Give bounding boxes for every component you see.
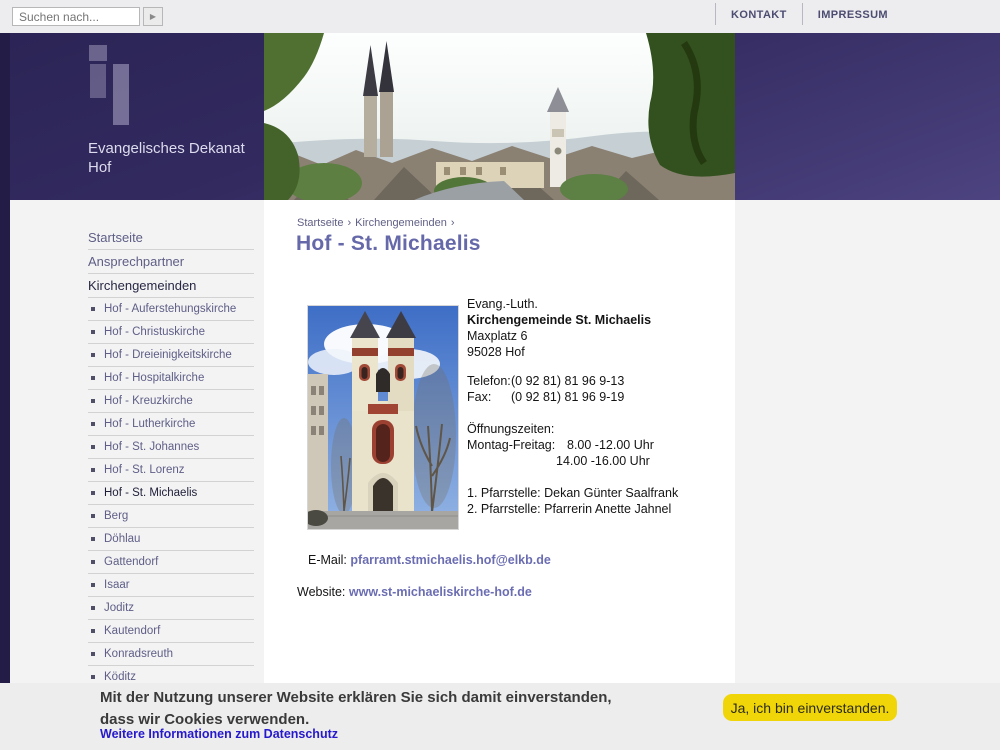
org-line: Evang.-Luth. <box>467 297 538 311</box>
hours-morning: 8.00 -12.00 Uhr <box>567 438 654 452</box>
bullet-icon <box>91 376 95 380</box>
sidebar-item[interactable]: Kirchengemeinden <box>88 274 254 298</box>
st-michaelis-church-photo <box>307 305 459 530</box>
bullet-icon <box>91 514 95 518</box>
sidebar-nav-list: Startseite Ansprechpartner Kirchengemein… <box>88 226 254 712</box>
left-accent-strip <box>0 33 10 683</box>
bullet-icon <box>91 422 95 426</box>
pfarrstelle-1: 1. Pfarrstelle: Dekan Günter Saalfrank <box>467 486 679 500</box>
org-name: Kirchengemeinde St. Michaelis <box>467 313 652 327</box>
bullet-icon <box>91 445 95 449</box>
cookie-message: Mit der Nutzung unserer Website erklären… <box>100 689 612 728</box>
bullet-icon <box>91 652 95 656</box>
fax-number: (0 92 81) 81 96 9-19 <box>511 390 625 404</box>
pfarrstelle-2: 2. Pfarrstelle: Pfarrerin Anette Jahnel <box>467 502 672 516</box>
sidebar-item[interactable]: Hof - Kreuzkirche <box>88 390 254 413</box>
privacy-info-link[interactable]: Weitere Informationen zum Datenschutz <box>100 727 338 741</box>
sidebar-item[interactable]: Hof - St. Michaelis <box>88 482 254 505</box>
phone-row: Telefon: (0 92 81) 81 96 9-13 <box>467 373 735 389</box>
bullet-icon <box>91 353 95 357</box>
phone-number: (0 92 81) 81 96 9-13 <box>511 374 625 388</box>
sidebar-item[interactable]: Hof - St. Johannes <box>88 436 254 459</box>
page-title: Hof - St. Michaelis <box>296 232 481 255</box>
breadcrumb-kirchengemeinden[interactable]: Kirchengemeinden <box>355 217 447 229</box>
dekanat-logo-icon <box>88 45 138 130</box>
search-input[interactable] <box>12 7 140 26</box>
sidebar-item[interactable]: Döhlau <box>88 528 254 551</box>
bullet-icon <box>91 307 95 311</box>
website-row: Website: www.st-michaeliskirche-hof.de <box>297 585 532 599</box>
sidebar-item[interactable]: Startseite <box>88 226 254 250</box>
bullet-icon <box>91 583 95 587</box>
fax-row: Fax: (0 92 81) 81 96 9-19 <box>467 389 735 405</box>
sidebar-item[interactable]: Gattendorf <box>88 551 254 574</box>
bullet-icon <box>91 468 95 472</box>
bullet-icon <box>91 560 95 564</box>
sidebar-item[interactable]: Joditz <box>88 597 254 620</box>
sidebar-item[interactable]: Ansprechpartner <box>88 250 254 274</box>
sidebar-navigation: Startseite Ansprechpartner Kirchengemein… <box>88 226 254 712</box>
breadcrumb-separator: › <box>347 217 352 229</box>
congregation-info: Evang.-Luth. Kirchengemeinde St. Michael… <box>467 296 735 517</box>
website-label: Website: <box>297 585 346 599</box>
sidebar-item[interactable]: Hof - Auferstehungskirche <box>88 298 254 321</box>
bullet-icon <box>91 330 95 334</box>
search-submit-button[interactable]: ▶ <box>143 7 163 26</box>
search-arrow-icon: ▶ <box>149 12 157 21</box>
bullet-icon <box>91 606 95 610</box>
sidebar-item[interactable]: Berg <box>88 505 254 528</box>
sidebar-item[interactable]: Hof - St. Lorenz <box>88 459 254 482</box>
bullet-icon <box>91 399 95 403</box>
street: Maxplatz 6 <box>467 329 528 343</box>
hours-day-label: Montag-Freitag: <box>467 438 556 452</box>
top-bar: ▶ KONTAKT IMPRESSUM <box>0 0 1000 33</box>
fax-label: Fax: <box>467 390 492 404</box>
sidebar-item[interactable]: Isaar <box>88 574 254 597</box>
hours-heading: Öffnungszeiten: <box>467 422 555 436</box>
bullet-icon <box>91 629 95 633</box>
city: 95028 Hof <box>467 345 525 359</box>
site-name: Evangelisches Dekanat Hof <box>88 140 245 176</box>
breadcrumb: Startseite › Kirchengemeinden › <box>297 217 459 229</box>
sidebar-item[interactable]: Hof - Hospitalkirche <box>88 367 254 390</box>
email-label: E-Mail: <box>308 553 347 567</box>
hours-afternoon: 14.00 -16.00 Uhr <box>556 454 650 468</box>
bullet-icon <box>91 537 95 541</box>
kontakt-link[interactable]: KONTAKT <box>715 3 802 25</box>
sidebar-item[interactable]: Hof - Christuskirche <box>88 321 254 344</box>
sidebar-item[interactable]: Konradsreuth <box>88 643 254 666</box>
sidebar-item[interactable]: Hof - Dreieinigkeitskirche <box>88 344 254 367</box>
breadcrumb-separator: › <box>450 217 455 229</box>
bullet-icon <box>91 675 95 679</box>
top-links: KONTAKT IMPRESSUM <box>715 0 903 28</box>
sidebar-item[interactable]: Hof - Lutherkirche <box>88 413 254 436</box>
website-link[interactable]: www.st-michaeliskirche-hof.de <box>349 585 532 599</box>
header-city-panorama-photo <box>264 33 735 200</box>
phone-label: Telefon: <box>467 374 511 388</box>
sidebar-item[interactable]: Kautendorf <box>88 620 254 643</box>
breadcrumb-startseite[interactable]: Startseite <box>297 217 343 229</box>
email-link[interactable]: pfarramt.stmichaelis.hof@elkb.de <box>350 553 550 567</box>
cookie-accept-button[interactable]: Ja, ich bin einverstanden. <box>723 694 897 721</box>
email-row: E-Mail: pfarramt.stmichaelis.hof@elkb.de <box>308 553 551 567</box>
hours-row-1: Montag-Freitag: 8.00 -12.00 Uhr <box>467 437 735 453</box>
impressum-link[interactable]: IMPRESSUM <box>801 3 903 25</box>
cookie-banner: Mit der Nutzung unserer Website erklären… <box>0 683 1000 750</box>
bullet-icon <box>91 491 95 495</box>
